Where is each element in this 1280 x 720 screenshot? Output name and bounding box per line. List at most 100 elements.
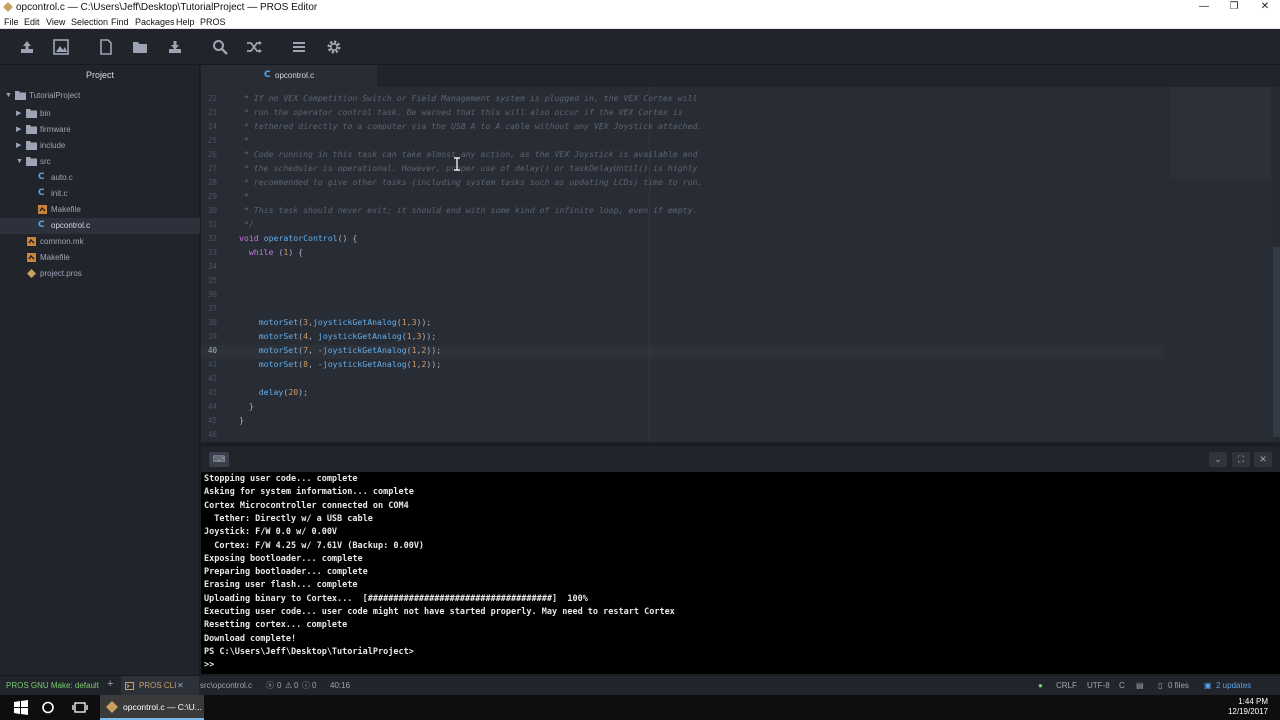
upload-icon[interactable]: [18, 38, 36, 56]
code-line: * the scheduler is operational. However,…: [239, 163, 698, 173]
code-editor[interactable]: 22 * If no VEX Competition Switch or Fie…: [201, 87, 1280, 442]
terminal-line: Tether: Directly w/ a USB cable: [204, 513, 373, 524]
tree-item-tutorialproject[interactable]: ▼ TutorialProject: [0, 88, 200, 104]
taskbar-app-pros-editor[interactable]: opcontrol.c — C:\U...: [100, 695, 204, 720]
line-number[interactable]: 23: [201, 108, 217, 117]
build-upload-icon[interactable]: [52, 38, 70, 56]
folder-icon: [26, 141, 37, 150]
download-icon[interactable]: [166, 38, 184, 56]
cursor-position[interactable]: 40:16: [330, 681, 350, 691]
line-number[interactable]: 31: [201, 220, 217, 229]
code-line: */: [239, 219, 254, 229]
code-line: }: [239, 401, 254, 411]
line-number[interactable]: 26: [201, 150, 217, 159]
error-count[interactable]: 0: [277, 681, 281, 691]
shuffle-icon[interactable]: [245, 38, 263, 56]
line-number[interactable]: 34: [201, 262, 217, 271]
menu-pros[interactable]: PROS: [200, 16, 226, 28]
settings-icon[interactable]: [325, 38, 343, 56]
scrollbar-thumb[interactable]: [1273, 247, 1280, 437]
search-icon[interactable]: [211, 38, 229, 56]
updates-count[interactable]: 2 updates: [1216, 681, 1251, 691]
system-clock[interactable]: 1:44 PM 12/19/2017: [1228, 697, 1268, 717]
c-file-icon: C: [38, 220, 45, 230]
line-number[interactable]: 46: [201, 430, 217, 439]
line-ending[interactable]: CRLF: [1056, 681, 1077, 691]
menu-icon[interactable]: [290, 38, 308, 56]
tab-pros-cli[interactable]: PROS CLI ✕: [121, 676, 199, 696]
close-window-button[interactable]: ✕: [1250, 0, 1280, 15]
line-number[interactable]: 24: [201, 122, 217, 131]
add-terminal-button[interactable]: +: [107, 679, 113, 690]
menu-find[interactable]: Find: [111, 16, 129, 28]
tree-item-auto-c[interactable]: C auto.c: [0, 170, 200, 186]
make-target-status[interactable]: PROS GNU Make: default: [6, 681, 99, 691]
c-file-icon: C: [38, 172, 45, 182]
tree-item-opcontrol-c[interactable]: C opcontrol.c: [0, 218, 200, 234]
keyboard-icon[interactable]: ⌨: [209, 452, 229, 467]
maximize-panel-icon[interactable]: ⛶: [1232, 452, 1250, 467]
tree-item-firmware[interactable]: ▶ firmware: [0, 122, 200, 138]
line-number[interactable]: 37: [201, 304, 217, 313]
folder-icon: [26, 109, 37, 118]
tree-item-init-c[interactable]: C init.c: [0, 186, 200, 202]
tree-item-project-pros[interactable]: project.pros: [0, 266, 200, 282]
terminal-line: Stopping user code... complete: [204, 474, 358, 484]
windows-start-icon[interactable]: [12, 699, 30, 716]
file-count[interactable]: 0 files: [1168, 681, 1189, 691]
line-number[interactable]: 45: [201, 416, 217, 425]
line-number[interactable]: 43: [201, 388, 217, 397]
line-number[interactable]: 32: [201, 234, 217, 243]
line-number[interactable]: 41: [201, 360, 217, 369]
grammar-selector[interactable]: C: [1119, 681, 1125, 691]
minimap[interactable]: [1171, 87, 1271, 179]
line-number[interactable]: 42: [201, 374, 217, 383]
menu-help[interactable]: Help: [176, 16, 195, 28]
open-folder-icon[interactable]: [131, 38, 149, 56]
line-number[interactable]: 28: [201, 178, 217, 187]
tab-opcontrol-c[interactable]: C opcontrol.c: [201, 65, 377, 87]
new-file-icon[interactable]: [97, 38, 115, 56]
line-number[interactable]: 30: [201, 206, 217, 215]
code-line: delay(20);: [258, 387, 309, 397]
tree-item-src[interactable]: ▼ src: [0, 154, 200, 170]
tab-label: opcontrol.c: [275, 71, 315, 80]
tree-item-bin[interactable]: ▶ bin: [0, 106, 200, 122]
line-number[interactable]: 29: [201, 192, 217, 201]
line-number[interactable]: 25: [201, 136, 217, 145]
cortana-icon[interactable]: [39, 699, 57, 716]
line-number[interactable]: 27: [201, 164, 217, 173]
info-count[interactable]: 0: [312, 681, 316, 691]
menu-view[interactable]: View: [46, 16, 65, 28]
menu-edit[interactable]: Edit: [24, 16, 40, 28]
editor-scrollbar[interactable]: [1273, 87, 1280, 442]
tree-item-src-makefile[interactable]: Makefile: [0, 202, 200, 218]
terminal-output[interactable]: Stopping user code... complete Asking for…: [201, 472, 1280, 674]
makefile-icon: [27, 253, 36, 262]
line-number[interactable]: 40: [201, 346, 217, 355]
maximize-button[interactable]: ❐: [1219, 0, 1249, 15]
minimize-button[interactable]: —: [1189, 0, 1219, 15]
line-number[interactable]: 44: [201, 402, 217, 411]
tree-item-makefile[interactable]: Makefile: [0, 250, 200, 266]
task-view-icon[interactable]: [71, 699, 89, 716]
menu-selection[interactable]: Selection: [71, 16, 108, 28]
tree-item-common-mk[interactable]: common.mk: [0, 234, 200, 250]
line-number[interactable]: 39: [201, 332, 217, 341]
line-number[interactable]: 35: [201, 276, 217, 285]
line-number[interactable]: 33: [201, 248, 217, 257]
line-number[interactable]: 22: [201, 94, 217, 103]
menu-packages[interactable]: Packages: [135, 16, 175, 28]
warning-count[interactable]: 0: [294, 681, 298, 691]
file-path[interactable]: src\opcontrol.c: [200, 681, 252, 691]
close-icon[interactable]: ✕: [1254, 452, 1272, 467]
chevron-down-icon[interactable]: ⌄: [1209, 452, 1227, 467]
line-number[interactable]: 36: [201, 290, 217, 299]
tree-item-include[interactable]: ▶ include: [0, 138, 200, 154]
c-file-icon: C: [264, 70, 271, 80]
close-tab-icon[interactable]: ✕: [177, 681, 184, 691]
line-number[interactable]: 38: [201, 318, 217, 327]
file-encoding[interactable]: UTF-8: [1087, 681, 1110, 691]
terminal-header: ⌨ ⌄ ⛶ ✕: [201, 445, 1280, 472]
menu-file[interactable]: File: [4, 16, 19, 28]
